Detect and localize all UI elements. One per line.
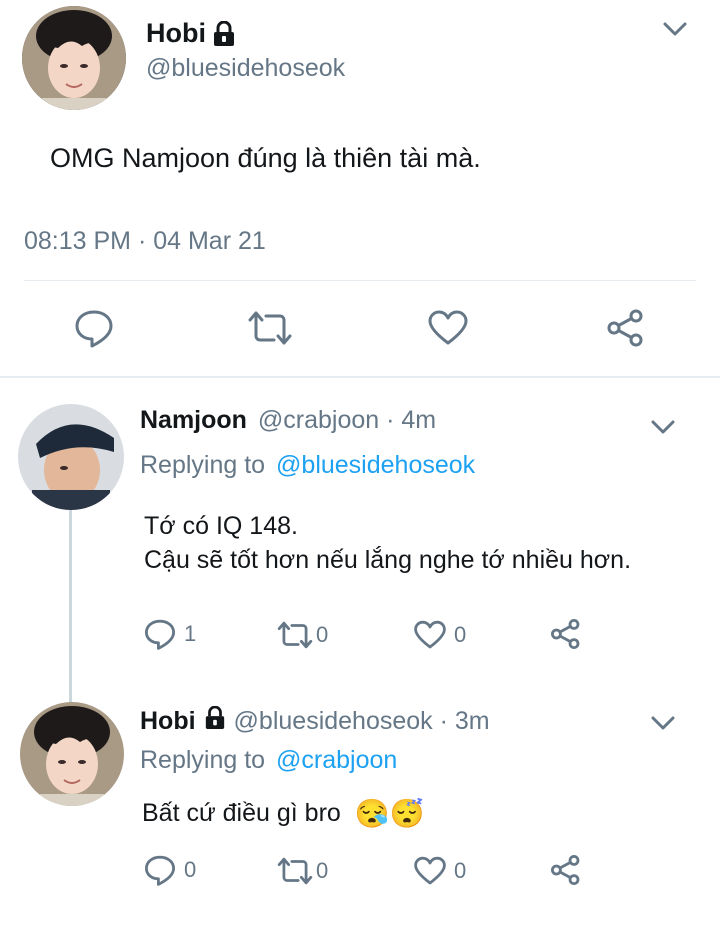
heart-icon bbox=[414, 856, 446, 886]
reply-count: 1 bbox=[184, 621, 197, 646]
reply2-text: Bất cứ điều gì bro bbox=[142, 799, 341, 827]
avatar-namjoon[interactable] bbox=[18, 404, 124, 510]
retweet-icon bbox=[276, 856, 314, 886]
like-button[interactable]: 0 bbox=[414, 620, 466, 650]
share-button[interactable] bbox=[550, 618, 582, 650]
retweet-button[interactable]: 0 bbox=[276, 620, 328, 650]
reply2-author-handle[interactable]: @bluesidehoseok · 3m bbox=[234, 707, 490, 736]
avatar-hobi[interactable] bbox=[20, 702, 124, 806]
retweet-button[interactable]: 0 bbox=[276, 856, 328, 886]
lock-icon bbox=[212, 20, 236, 52]
comment-icon bbox=[144, 618, 176, 650]
heart-icon bbox=[414, 620, 446, 650]
share-button[interactable] bbox=[550, 854, 582, 886]
replying-to-link[interactable]: @bluesidehoseok bbox=[276, 451, 475, 479]
share-icon bbox=[550, 618, 582, 650]
like-count: 0 bbox=[454, 622, 467, 647]
reply2-author-name[interactable]: Hobi bbox=[140, 707, 196, 736]
sleepy-face-emoji: 😪😴 bbox=[354, 798, 425, 829]
retweet-icon bbox=[276, 620, 314, 650]
replying-to-label: Replying to bbox=[140, 746, 266, 774]
chevron-down-icon[interactable] bbox=[650, 418, 676, 436]
replying-to-label: Replying to bbox=[140, 451, 266, 479]
share-icon bbox=[606, 308, 646, 348]
reply1-text-line2: Cậu sẽ tốt hơn nếu lắng nghe tớ nhiều hơ… bbox=[144, 546, 632, 574]
reply-button[interactable]: 1 bbox=[144, 618, 196, 650]
retweet-icon bbox=[246, 310, 294, 346]
share-button[interactable] bbox=[606, 308, 646, 348]
retweet-button[interactable] bbox=[246, 310, 294, 346]
chevron-down-icon[interactable] bbox=[650, 714, 676, 732]
comment-icon bbox=[74, 308, 114, 348]
avatar-hobi[interactable] bbox=[22, 6, 126, 110]
like-button[interactable] bbox=[428, 310, 468, 346]
retweet-count: 0 bbox=[316, 858, 329, 883]
reply-button[interactable]: 0 bbox=[144, 854, 196, 886]
lock-icon bbox=[204, 705, 226, 737]
chevron-down-icon[interactable] bbox=[662, 20, 688, 38]
reply-count: 0 bbox=[184, 857, 197, 882]
reply1-author-handle[interactable]: @crabjoon · 4m bbox=[258, 406, 436, 434]
like-button[interactable]: 0 bbox=[414, 856, 466, 886]
section-divider bbox=[0, 376, 720, 378]
main-author-handle[interactable]: @bluesidehoseok bbox=[146, 54, 345, 83]
main-author-name[interactable]: Hobi bbox=[146, 18, 206, 49]
main-tweet-text: OMG Namjoon đúng là thiên tài mà. bbox=[50, 143, 481, 173]
thread-line bbox=[69, 508, 72, 704]
divider bbox=[24, 280, 696, 281]
comment-icon bbox=[144, 854, 176, 886]
replying-to-link[interactable]: @crabjoon bbox=[276, 746, 397, 774]
like-count: 0 bbox=[454, 858, 467, 883]
heart-icon bbox=[428, 310, 468, 346]
main-tweet-timestamp[interactable]: 08:13 PM · 04 Mar 21 bbox=[24, 227, 266, 256]
reply1-author-name[interactable]: Namjoon bbox=[140, 406, 247, 434]
reply-button[interactable] bbox=[74, 308, 114, 348]
reply1-text-line1: Tớ có IQ 148. bbox=[144, 512, 298, 540]
retweet-count: 0 bbox=[316, 622, 329, 647]
share-icon bbox=[550, 854, 582, 886]
